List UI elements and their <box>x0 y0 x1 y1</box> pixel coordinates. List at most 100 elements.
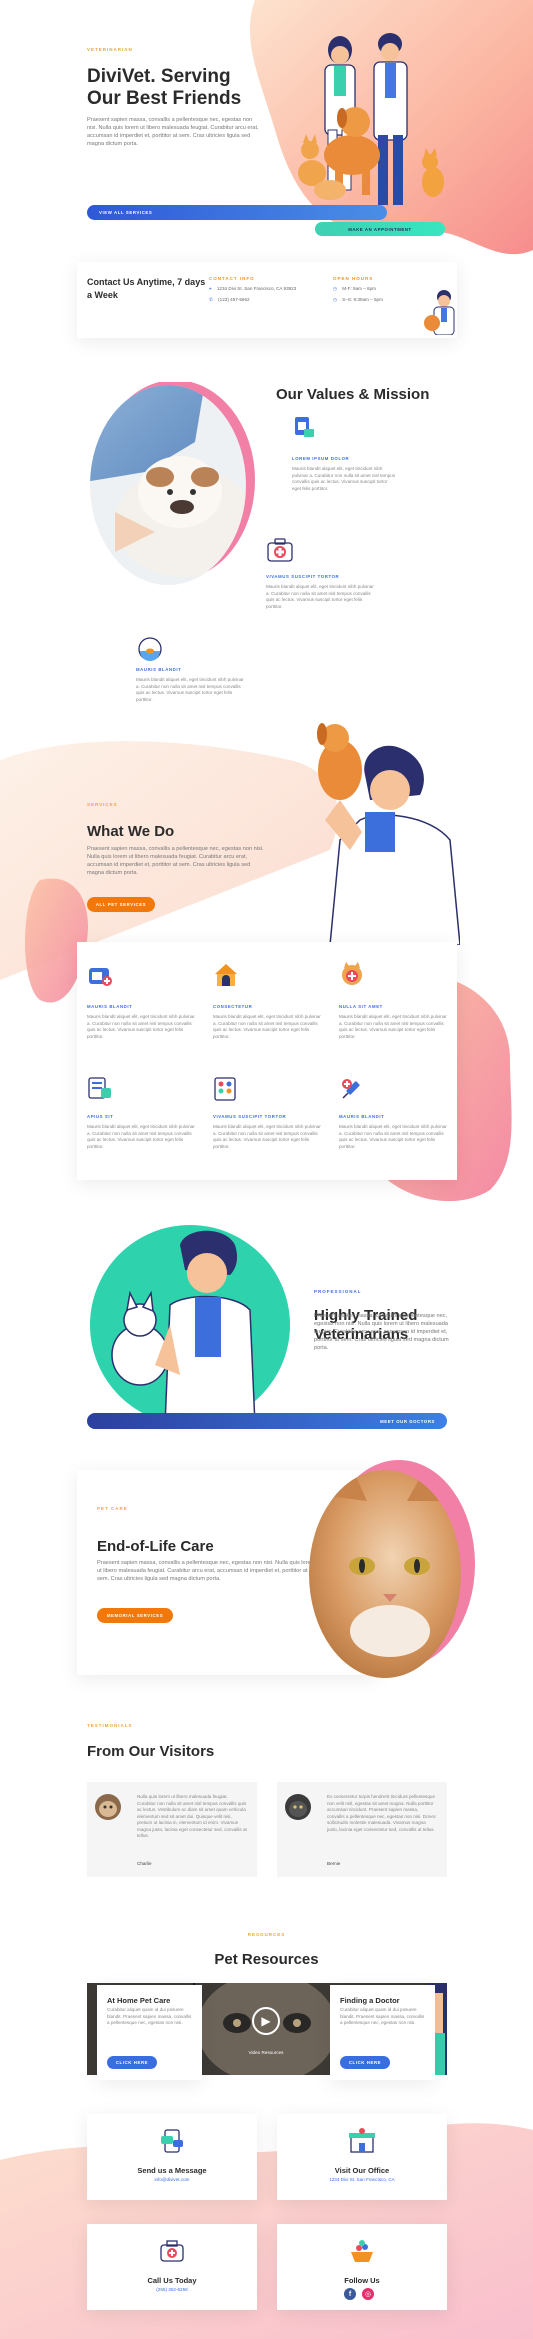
at-home-care-text: Curabitur aliquet quam id dui posuere bl… <box>107 2007 192 2025</box>
what-we-do-title: What We Do <box>87 823 175 840</box>
service-5-label: VIVAMUS SUSCIPIT TORTOR <box>213 1114 287 1119</box>
call-card-phone[interactable]: (255) 352-6258 <box>87 2287 257 2294</box>
value-item-3-text: Mauris blandit aliquet elit, eget tincid… <box>136 677 244 702</box>
medical-case-icon <box>160 2240 184 2262</box>
office-card[interactable]: Visit Our Office 1234 Divi St. San Franc… <box>277 2114 447 2200</box>
service-5-text: Mauris blandit aliquet elit, eget tincid… <box>213 1124 321 1149</box>
pet-food-bowl-icon <box>351 2240 373 2262</box>
service-2-text: Mauris blandit aliquet elit, eget tincid… <box>213 1014 321 1039</box>
location-icon: ⌖ <box>209 286 212 291</box>
finding-doctor-title: Finding a Doctor <box>340 1996 400 2005</box>
service-1-text: Mauris blandit aliquet elit, eget tincid… <box>87 1014 195 1039</box>
service-3-label: NULLA SIT AMET <box>339 1004 383 1009</box>
testimonials-title: From Our Visitors <box>87 1743 215 1760</box>
vets-text: Praesent sapien massa, convallis a pelle… <box>314 1313 449 1351</box>
follow-card: Follow Us f ◎ <box>277 2224 447 2310</box>
phone-message-icon <box>161 2129 183 2153</box>
hero-title-line2: Our Best Friends <box>87 88 242 109</box>
service-2-label: CONSECTETUR <box>213 1004 253 1009</box>
open-hours-label: OPEN HOURS <box>333 276 374 281</box>
finding-doctor-card: Finding a Doctor Curabitur aliquet quam … <box>330 1985 435 2080</box>
end-of-life-text: Praesent sapien massa, convallis a pelle… <box>97 1560 316 1582</box>
syringe-icon <box>342 1079 360 1099</box>
value-item-1-text: Mauris blandit aliquet elit, eget tincid… <box>292 466 396 491</box>
memorial-services-button[interactable]: MEMORIAL SERVICES <box>97 1608 173 1623</box>
testimonial-2-name: Bernie <box>327 1861 341 1866</box>
instagram-icon[interactable]: ◎ <box>362 2288 374 2300</box>
finding-doctor-text: Curabitur aliquet quam id dui posuere bl… <box>340 2007 425 2025</box>
service-6-label: MAURIS BLANDIT <box>339 1114 385 1119</box>
clock-icon: ◷ <box>333 286 338 291</box>
hours-weekend: S–S: 9:30am – 5pm <box>342 297 383 302</box>
value-item-1-label: LOREM IPSUM DOLOR <box>292 456 350 461</box>
call-card[interactable]: Call Us Today (255) 352-6258 <box>87 2224 257 2310</box>
avatar <box>95 1794 121 1820</box>
call-card-title: Call Us Today <box>147 2276 197 2285</box>
message-card-title: Send us a Message <box>137 2166 207 2175</box>
vet-team-illustration <box>298 33 444 205</box>
values-title: Our Values & Mission <box>276 386 430 403</box>
meet-our-doctors-button[interactable]: MEET OUR DOCTORS <box>87 1413 447 1429</box>
avatar <box>285 1794 311 1820</box>
at-home-care-card: At Home Pet Care Curabitur aliquet quam … <box>97 1985 202 2080</box>
value-item-2-text: Mauris blandit aliquet elit, eget tincid… <box>266 584 374 609</box>
pet-id-tag-icon <box>88 1077 111 1099</box>
pet-resources-title: Pet Resources <box>214 1951 319 1968</box>
hours-row-2: ◷ S–S: 9:30am – 5pm <box>333 297 383 304</box>
cat-first-aid-icon <box>342 962 362 985</box>
hero-eyebrow: VETERINARIAN <box>87 47 133 52</box>
all-pet-services-button[interactable]: ALL PET SERVICES <box>87 897 155 912</box>
hours-row-1: ◷ M-F: 9am – 6pm <box>333 286 376 293</box>
service-6-text: Mauris blandit aliquet elit, eget tincid… <box>339 1124 447 1149</box>
service-1-label: MAURIS BLANDIT <box>87 1004 133 1009</box>
message-card[interactable]: Send us a Message info@divivet.com <box>87 2114 257 2200</box>
vet-with-dog-small-illustration <box>424 290 455 335</box>
pills-pack-icon <box>214 1077 236 1101</box>
contact-phone-row: ✆ (123) 457-5662 <box>209 297 250 304</box>
finding-doctor-click-button[interactable]: CLICK HERE <box>340 2056 390 2069</box>
first-aid-kit-icon <box>267 538 293 562</box>
testimonial-1-text: Nulla quis lorem ut libero malesuada feu… <box>137 1794 247 1838</box>
bulldog-photo-circle <box>90 382 255 585</box>
medicine-bottle-icon <box>295 417 314 437</box>
contact-phone[interactable]: (123) 457-5662 <box>218 297 249 302</box>
vet-holding-puppy-illustration <box>317 723 460 945</box>
testimonial-1-name: Charlie <box>137 1861 152 1866</box>
phone-icon: ✆ <box>209 297 213 302</box>
professional-eyebrow: PROFESSIONAL <box>314 1289 362 1294</box>
what-we-do-text: Praesent sapien massa, convallis a pelle… <box>87 846 264 876</box>
hero-text: Praesent sapien massa, convallis a pelle… <box>87 117 259 147</box>
testimonials-eyebrow: TESTIMONIALS <box>87 1723 133 1728</box>
message-card-email[interactable]: info@divivet.com <box>87 2177 257 2184</box>
view-services-button[interactable]: VIEW ALL SERVICES <box>87 205 387 220</box>
make-appointment-button[interactable]: MAKE AN APPOINTMENT <box>315 222 445 236</box>
service-4-text: Mauris blandit aliquet elit, eget tincid… <box>87 1124 195 1149</box>
value-item-3-label: MAURIS BLANDIT <box>136 667 182 672</box>
facebook-icon[interactable]: f <box>344 2288 356 2300</box>
pet-care-eyebrow: PET CARE <box>97 1506 128 1511</box>
at-home-care-click-button[interactable]: CLICK HERE <box>107 2056 157 2069</box>
contact-address-row: ⌖ 1234 Divi St. San Francisco, CA 93923 <box>209 286 296 293</box>
play-icon[interactable]: ▶ <box>252 2007 280 2035</box>
cat-photo-circle <box>309 1460 475 1678</box>
at-home-care-title: At Home Pet Care <box>107 1996 171 2005</box>
services-eyebrow: SERVICES <box>87 802 118 807</box>
contact-bar: Contact Us Anytime, 7 days a Week CONTAC… <box>77 262 457 338</box>
pet-carrier-icon <box>89 968 112 986</box>
testimonial-card-2: Ex consectetur turpis hendrerit tincidun… <box>277 1782 447 1877</box>
video-resources-label[interactable]: Video Resources <box>206 2050 326 2057</box>
office-card-address[interactable]: 1234 Divi St. San Francisco, CA <box>277 2177 447 2184</box>
contact-info-label: CONTACT INFO <box>209 276 255 281</box>
follow-card-title: Follow Us <box>344 2276 380 2285</box>
service-3-text: Mauris blandit aliquet elit, eget tincid… <box>339 1014 447 1039</box>
hero-title-line1: DiviVet. Serving <box>87 66 231 87</box>
office-card-title: Visit Our Office <box>334 2166 390 2175</box>
contact-address: 1234 Divi St. San Francisco, CA 93923 <box>216 286 297 291</box>
contact-bar-title: Contact Us Anytime, 7 days a Week <box>87 277 206 300</box>
hours-weekday: M-F: 9am – 6pm <box>342 286 376 291</box>
testimonial-2-text: Ex consectetur turpis hendrerit tincidun… <box>327 1794 437 1832</box>
hero-title: DiviVet. Serving Our Best Friends <box>87 66 287 110</box>
clock-icon: ◷ <box>333 297 338 302</box>
resources-eyebrow: RESOURCES <box>247 1932 286 1937</box>
service-4-label: APIUS SIT <box>87 1114 114 1119</box>
